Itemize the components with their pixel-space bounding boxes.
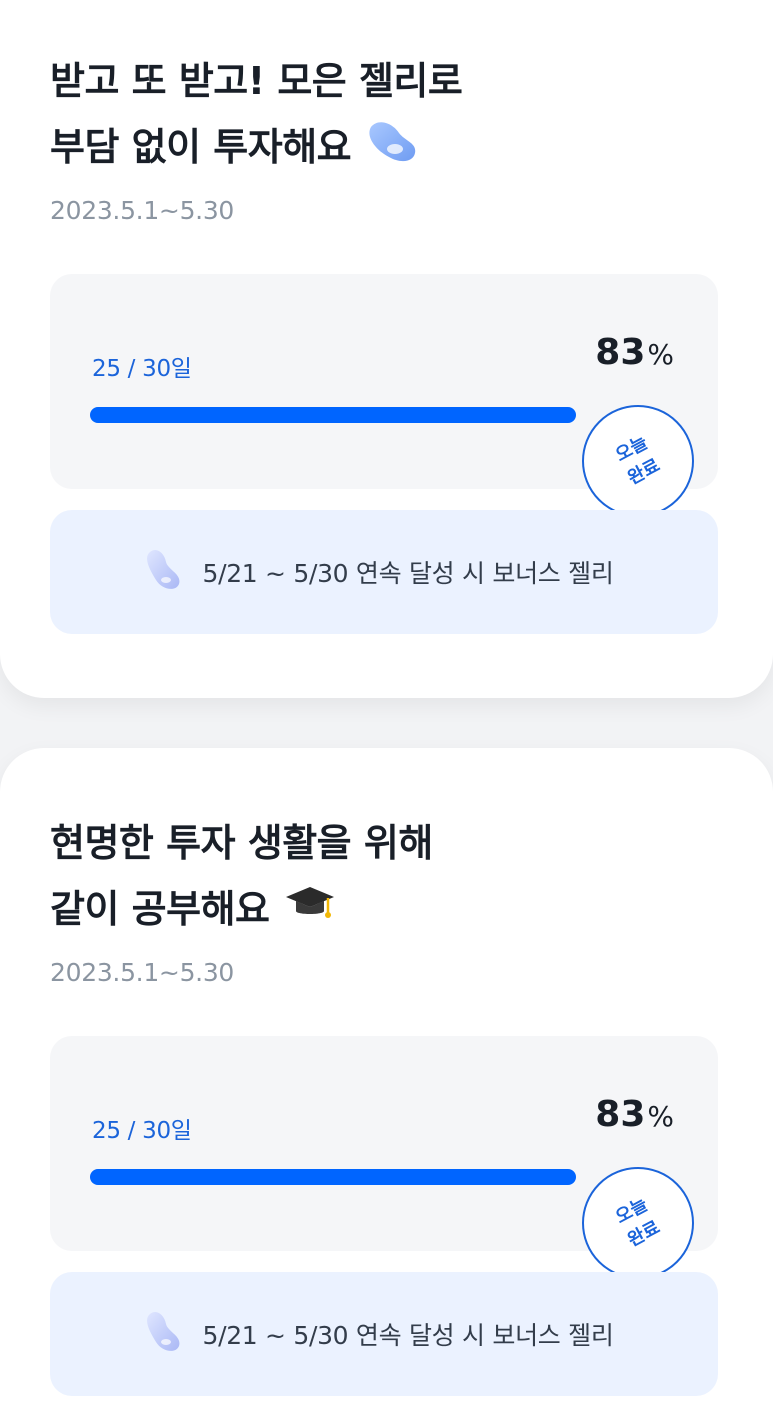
challenge-period: 2023.5.1~5.30 bbox=[50, 958, 235, 987]
progress-panel: 25 / 30일 83% 오늘 완료 bbox=[50, 274, 718, 517]
jelly-bean-icon bbox=[144, 548, 184, 596]
title-line-1: 받고 또 받고! 모은 젤리로 bbox=[50, 59, 463, 103]
progress-bar bbox=[90, 1169, 676, 1185]
challenge-card-study[interactable]: 현명한 투자 생활을 위해 같이 공부해요 2023.5.1~5.30 25 /… bbox=[0, 748, 773, 1406]
title-line-1: 현명한 투자 생활을 위해 bbox=[50, 821, 433, 865]
today-complete-stamp: 오늘 완료 bbox=[582, 405, 694, 517]
progress-days: 25 / 30일 bbox=[92, 356, 192, 382]
progress-bar-fill bbox=[90, 407, 577, 423]
challenge-title: 받고 또 받고! 모은 젤리로 부담 없이 투자해요 bbox=[50, 48, 710, 183]
bonus-banner[interactable]: 5/21 ~ 5/30 연속 달성 시 보너스 젤리 bbox=[50, 510, 718, 634]
progress-bar bbox=[90, 407, 676, 423]
progress-percent: 83% bbox=[595, 1094, 674, 1135]
jelly-bean-icon bbox=[365, 117, 419, 183]
challenge-card-jelly[interactable]: 받고 또 받고! 모은 젤리로 부담 없이 투자해요 2023.5.1~5.30… bbox=[0, 0, 773, 698]
today-complete-stamp: 오늘 완료 bbox=[582, 1167, 694, 1279]
bonus-banner[interactable]: 5/21 ~ 5/30 연속 달성 시 보너스 젤리 bbox=[50, 1272, 718, 1396]
bonus-description: 5/21 ~ 5/30 연속 달성 시 보너스 젤리 bbox=[202, 559, 614, 588]
challenge-list: 받고 또 받고! 모은 젤리로 부담 없이 투자해요 2023.5.1~5.30… bbox=[0, 0, 773, 1406]
bonus-description: 5/21 ~ 5/30 연속 달성 시 보너스 젤리 bbox=[202, 1321, 614, 1350]
progress-percent: 83% bbox=[595, 332, 674, 373]
title-line-2: 부담 없이 투자해요 bbox=[50, 125, 352, 169]
progress-bar-fill bbox=[90, 1169, 577, 1185]
graduation-cap-icon bbox=[284, 879, 336, 945]
challenge-period: 2023.5.1~5.30 bbox=[50, 196, 235, 225]
jelly-bean-icon bbox=[144, 1310, 184, 1358]
title-line-2: 같이 공부해요 bbox=[50, 887, 270, 931]
progress-days: 25 / 30일 bbox=[92, 1118, 192, 1144]
progress-panel: 25 / 30일 83% 오늘 완료 bbox=[50, 1036, 718, 1279]
challenge-title: 현명한 투자 생활을 위해 같이 공부해요 bbox=[50, 810, 710, 945]
